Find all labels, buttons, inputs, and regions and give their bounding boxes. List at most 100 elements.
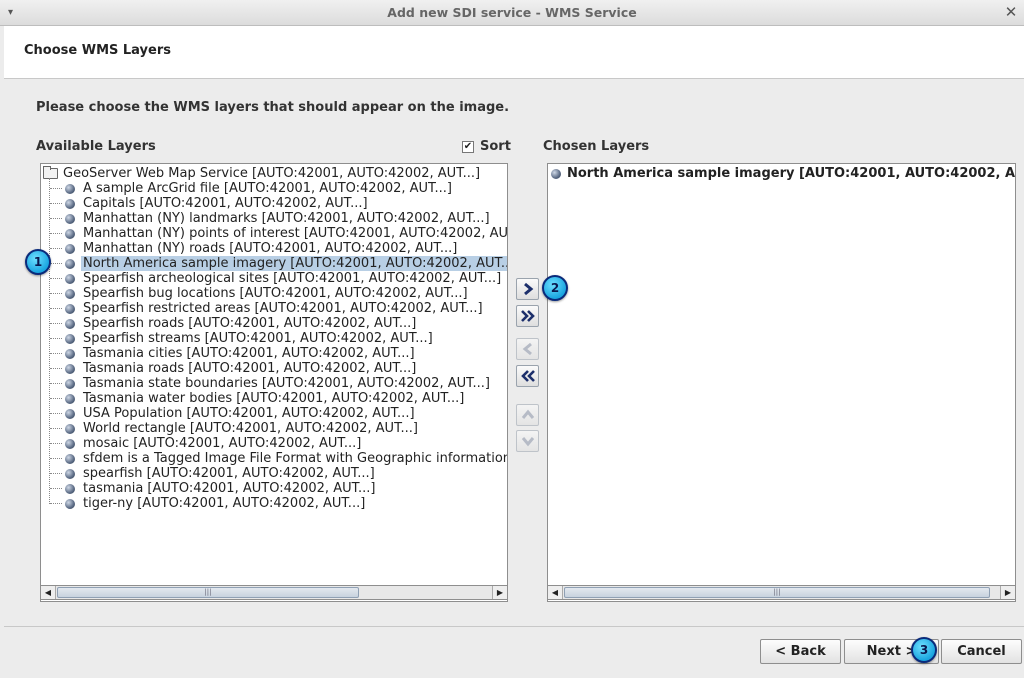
globe-icon <box>65 273 75 284</box>
tree-item-label: Tasmania roads [AUTO:42001, AUTO:42002, … <box>83 361 417 376</box>
tree-connector <box>50 488 62 489</box>
available-layers-label: Available Layers <box>36 139 156 154</box>
remove-selected-button[interactable] <box>516 338 539 360</box>
globe-icon <box>65 498 75 509</box>
scroll-right-icon[interactable]: ▶ <box>492 586 507 599</box>
tree-connector <box>50 338 62 339</box>
tree-item-label: Spearfish streams [AUTO:42001, AUTO:4200… <box>83 331 433 346</box>
chosen-layers-scrollbar[interactable]: ◀ ||| ▶ <box>547 585 1016 600</box>
add-selected-button[interactable] <box>516 278 539 300</box>
tree-root-label: GeoServer Web Map Service [AUTO:42001, A… <box>63 166 481 181</box>
tree-item[interactable]: Manhattan (NY) landmarks [AUTO:42001, AU… <box>41 211 507 226</box>
tree-connector <box>50 293 62 294</box>
tree-item-label: Spearfish archeological sites [AUTO:4200… <box>83 271 502 286</box>
list-item[interactable]: North America sample imagery [AUTO:42001… <box>551 166 1015 181</box>
remove-all-button[interactable] <box>516 365 539 387</box>
tree-connector <box>50 413 62 414</box>
tree-connector <box>50 503 62 504</box>
folder-icon <box>43 166 58 179</box>
tree-connector <box>50 398 62 399</box>
tree-item[interactable]: USA Population [AUTO:42001, AUTO:42002, … <box>41 406 507 421</box>
tree-item[interactable]: Spearfish streams [AUTO:42001, AUTO:4200… <box>41 331 507 346</box>
tree-connector <box>50 188 62 189</box>
globe-icon <box>65 303 75 314</box>
globe-icon <box>65 378 75 389</box>
globe-icon <box>65 363 75 374</box>
tree-connector <box>50 263 62 264</box>
tree-item-label: Spearfish roads [AUTO:42001, AUTO:42002,… <box>83 316 417 331</box>
scroll-thumb[interactable]: ||| <box>57 587 359 598</box>
tree-root-node[interactable]: GeoServer Web Map Service [AUTO:42001, A… <box>41 166 480 181</box>
chevron-down-icon <box>521 437 534 447</box>
scroll-left-icon[interactable]: ◀ <box>41 586 56 599</box>
tree-item-label: Capitals [AUTO:42001, AUTO:42002, AUT...… <box>83 196 368 211</box>
chosen-layers-label: Chosen Layers <box>543 139 650 154</box>
globe-icon <box>65 213 75 224</box>
tree-item[interactable]: Spearfish roads [AUTO:42001, AUTO:42002,… <box>41 316 507 331</box>
cancel-button[interactable]: Cancel <box>941 639 1022 664</box>
tree-item[interactable]: World rectangle [AUTO:42001, AUTO:42002,… <box>41 421 507 436</box>
tree-item-label: Spearfish bug locations [AUTO:42001, AUT… <box>83 286 468 301</box>
tree-item[interactable]: mosaic [AUTO:42001, AUTO:42002, AUT...] <box>41 436 507 451</box>
tree-connector <box>50 473 62 474</box>
globe-icon <box>65 288 75 299</box>
tree-connector <box>50 428 62 429</box>
add-all-button[interactable] <box>516 305 539 327</box>
tree-item[interactable]: Manhattan (NY) roads [AUTO:42001, AUTO:4… <box>41 241 507 256</box>
tree-item[interactable]: tiger-ny [AUTO:42001, AUTO:42002, AUT...… <box>41 496 507 511</box>
tree-item-label: North America sample imagery [AUTO:42001… <box>81 256 507 271</box>
tree-item-label: Manhattan (NY) points of interest [AUTO:… <box>83 226 508 241</box>
globe-icon <box>65 483 75 494</box>
tree-item[interactable]: Tasmania water bodies [AUTO:42001, AUTO:… <box>41 391 507 406</box>
tree-connector <box>50 233 62 234</box>
globe-icon <box>65 183 75 194</box>
move-up-button[interactable] <box>516 404 539 426</box>
tree-item[interactable]: Tasmania roads [AUTO:42001, AUTO:42002, … <box>41 361 507 376</box>
tree-item[interactable]: North America sample imagery [AUTO:42001… <box>41 256 507 271</box>
scroll-right-icon[interactable]: ▶ <box>1000 586 1015 599</box>
tree-item[interactable]: Tasmania state boundaries [AUTO:42001, A… <box>41 376 507 391</box>
globe-icon <box>65 258 75 269</box>
annotation-badge-3: 3 <box>911 637 937 663</box>
tree-item[interactable]: tasmania [AUTO:42001, AUTO:42002, AUT...… <box>41 481 507 496</box>
globe-icon <box>65 228 75 239</box>
tree-item[interactable]: spearfish [AUTO:42001, AUTO:42002, AUT..… <box>41 466 507 481</box>
sort-checkbox-wrap[interactable]: ✔ Sort <box>462 139 511 154</box>
double-chevron-right-icon <box>520 310 535 322</box>
tree-connector <box>50 248 62 249</box>
tree-item-label: Manhattan (NY) landmarks [AUTO:42001, AU… <box>83 211 490 226</box>
tree-item-label: USA Population [AUTO:42001, AUTO:42002, … <box>83 406 415 421</box>
tree-item-label: World rectangle [AUTO:42001, AUTO:42002,… <box>83 421 418 436</box>
available-layers-scrollbar[interactable]: ◀ ||| ▶ <box>40 585 508 600</box>
tree-item[interactable]: A sample ArcGrid file [AUTO:42001, AUTO:… <box>41 181 507 196</box>
available-layers-tree[interactable]: GeoServer Web Map Service [AUTO:42001, A… <box>40 163 508 602</box>
tree-item-label: spearfish [AUTO:42001, AUTO:42002, AUT..… <box>83 466 375 481</box>
close-icon[interactable]: ✕ <box>1002 3 1020 21</box>
tree-connector <box>50 368 62 369</box>
sort-checkbox[interactable]: ✔ <box>462 140 474 153</box>
tree-item-label: mosaic [AUTO:42001, AUTO:42002, AUT...] <box>83 436 362 451</box>
window-titlebar: ▾ Add new SDI service - WMS Service ✕ <box>0 0 1024 26</box>
scroll-left-icon[interactable]: ◀ <box>548 586 563 599</box>
tree-item-label: sfdem is a Tagged Image File Format with… <box>83 451 508 466</box>
tree-item[interactable]: Spearfish archeological sites [AUTO:4200… <box>41 271 507 286</box>
move-down-button[interactable] <box>516 430 539 452</box>
globe-icon <box>65 468 75 479</box>
tree-item[interactable]: Capitals [AUTO:42001, AUTO:42002, AUT...… <box>41 196 507 211</box>
tree-item[interactable]: Tasmania cities [AUTO:42001, AUTO:42002,… <box>41 346 507 361</box>
globe-icon <box>65 348 75 359</box>
globe-icon <box>65 198 75 209</box>
scroll-thumb[interactable]: ||| <box>564 587 990 598</box>
chosen-layers-list[interactable]: North America sample imagery [AUTO:42001… <box>547 163 1016 602</box>
back-button[interactable]: < Back <box>760 639 841 664</box>
tree-item[interactable]: sfdem is a Tagged Image File Format with… <box>41 451 508 466</box>
tree-item[interactable]: Spearfish restricted areas [AUTO:42001, … <box>41 301 507 316</box>
tree-item[interactable]: Spearfish bug locations [AUTO:42001, AUT… <box>41 286 507 301</box>
tree-connector <box>50 323 62 324</box>
chevron-right-icon <box>523 282 533 296</box>
globe-icon <box>65 333 75 344</box>
tree-item[interactable]: Manhattan (NY) points of interest [AUTO:… <box>41 226 508 241</box>
globe-icon <box>65 393 75 404</box>
tree-connector <box>50 278 62 279</box>
globe-icon <box>65 438 75 449</box>
